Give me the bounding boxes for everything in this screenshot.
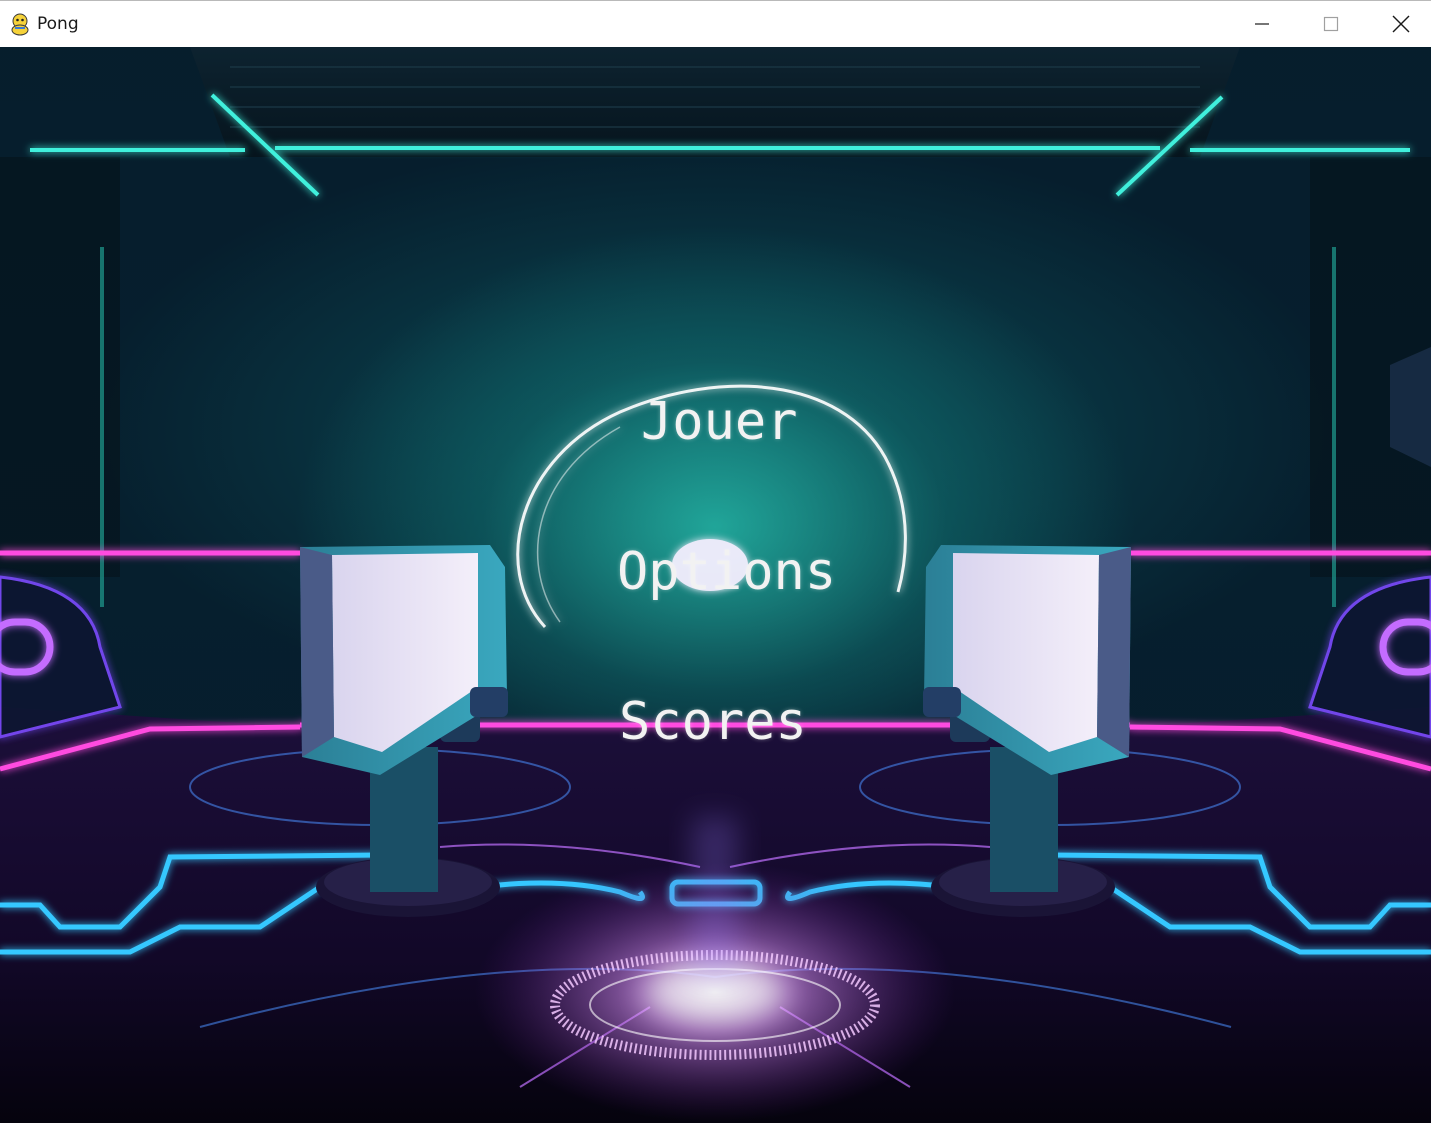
window-title: Pong bbox=[37, 14, 79, 34]
menu-play-button[interactable]: Jouer bbox=[641, 392, 798, 452]
game-window: Pong Jouer Options Scores bbox=[0, 0, 1431, 1123]
menu-scores-button[interactable]: Scores bbox=[619, 692, 807, 752]
game-canvas[interactable]: Jouer Options Scores bbox=[0, 47, 1431, 1123]
maximize-button[interactable] bbox=[1296, 1, 1366, 47]
close-button[interactable] bbox=[1366, 1, 1431, 47]
title-bar[interactable]: Pong bbox=[0, 0, 1431, 47]
pygame-snake-icon bbox=[11, 13, 29, 36]
close-icon bbox=[1392, 15, 1410, 33]
minimize-button[interactable] bbox=[1227, 1, 1297, 47]
minimize-icon bbox=[1255, 23, 1269, 25]
maximize-icon bbox=[1323, 16, 1339, 32]
menu-options-button[interactable]: Options bbox=[617, 542, 836, 602]
